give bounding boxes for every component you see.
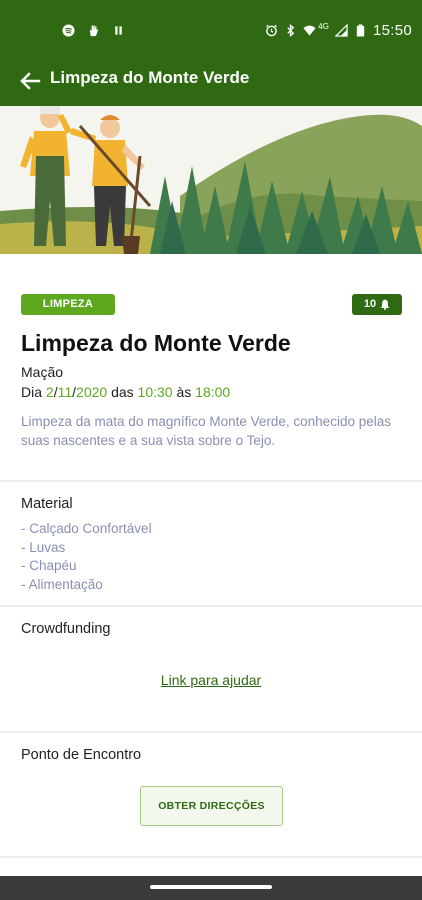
divider [0, 731, 422, 733]
alarm-icon [266, 24, 278, 37]
material-list: - Calçado Confortável - Luvas - Chapéu -… [21, 520, 152, 594]
divider [0, 605, 422, 607]
date-day: 2 [45, 384, 54, 400]
end-time: 18:00 [195, 384, 231, 400]
date-prefix: Dia [21, 384, 46, 400]
event-location: Mação [21, 364, 64, 380]
time-prefix: das [107, 384, 138, 400]
home-gesture-handle[interactable] [150, 885, 272, 889]
material-item: - Luvas [21, 539, 66, 555]
status-left-icons [62, 24, 125, 37]
meeting-point-title: Ponto de Encontro [21, 747, 142, 763]
status-bar: 4G 15:50 [0, 0, 422, 58]
arrow-left-icon[interactable] [16, 66, 46, 96]
crowdfunding-title: Crowdfunding [21, 621, 111, 637]
crowdfunding-link[interactable]: Link para ajudar [0, 672, 422, 688]
event-title: Limpeza do Monte Verde [21, 330, 291, 356]
material-item: - Calçado Confortável [21, 521, 152, 536]
status-right-icons: 4G 15:50 [265, 22, 412, 39]
date-year: 2020 [76, 384, 108, 400]
app-bar-title: Limpeza do Monte Verde [50, 68, 250, 87]
get-directions-button[interactable]: OBTER DIRECÇÕES [140, 786, 283, 826]
material-item: - Chapéu [21, 558, 77, 573]
event-description: Limpeza da mata do magnífico Monte Verde… [21, 414, 391, 448]
start-time: 10:30 [137, 384, 173, 400]
participants-count: 10 [363, 298, 377, 310]
material-title: Material [21, 496, 73, 512]
divider [0, 480, 422, 482]
hero-illustration [0, 106, 422, 254]
system-navigation-bar [0, 876, 422, 900]
pause-icon [115, 26, 122, 35]
time-separator: às [172, 384, 196, 400]
participants-badge: 10 [352, 294, 402, 315]
network-type-label: 4G [318, 22, 329, 31]
wifi-icon [303, 25, 316, 36]
date-month: 11 [57, 384, 73, 400]
battery-icon [356, 24, 365, 37]
hand-icon [89, 25, 98, 37]
category-badge: LIMPEZA [21, 294, 115, 315]
bell-icon [380, 299, 390, 310]
status-time: 15:50 [372, 22, 412, 39]
app-bar: Limpeza do Monte Verde [0, 58, 422, 106]
event-date: Dia 2/11/2020 das 10:30 às 18:00 [21, 384, 230, 400]
bluetooth-icon [287, 24, 295, 37]
signal-icon [334, 24, 348, 37]
divider [0, 856, 422, 858]
volunteers-illustration [0, 106, 422, 254]
badge-row: LIMPEZA 10 [0, 294, 422, 316]
material-item: - Alimentação [21, 576, 103, 592]
spotify-icon [62, 24, 75, 37]
